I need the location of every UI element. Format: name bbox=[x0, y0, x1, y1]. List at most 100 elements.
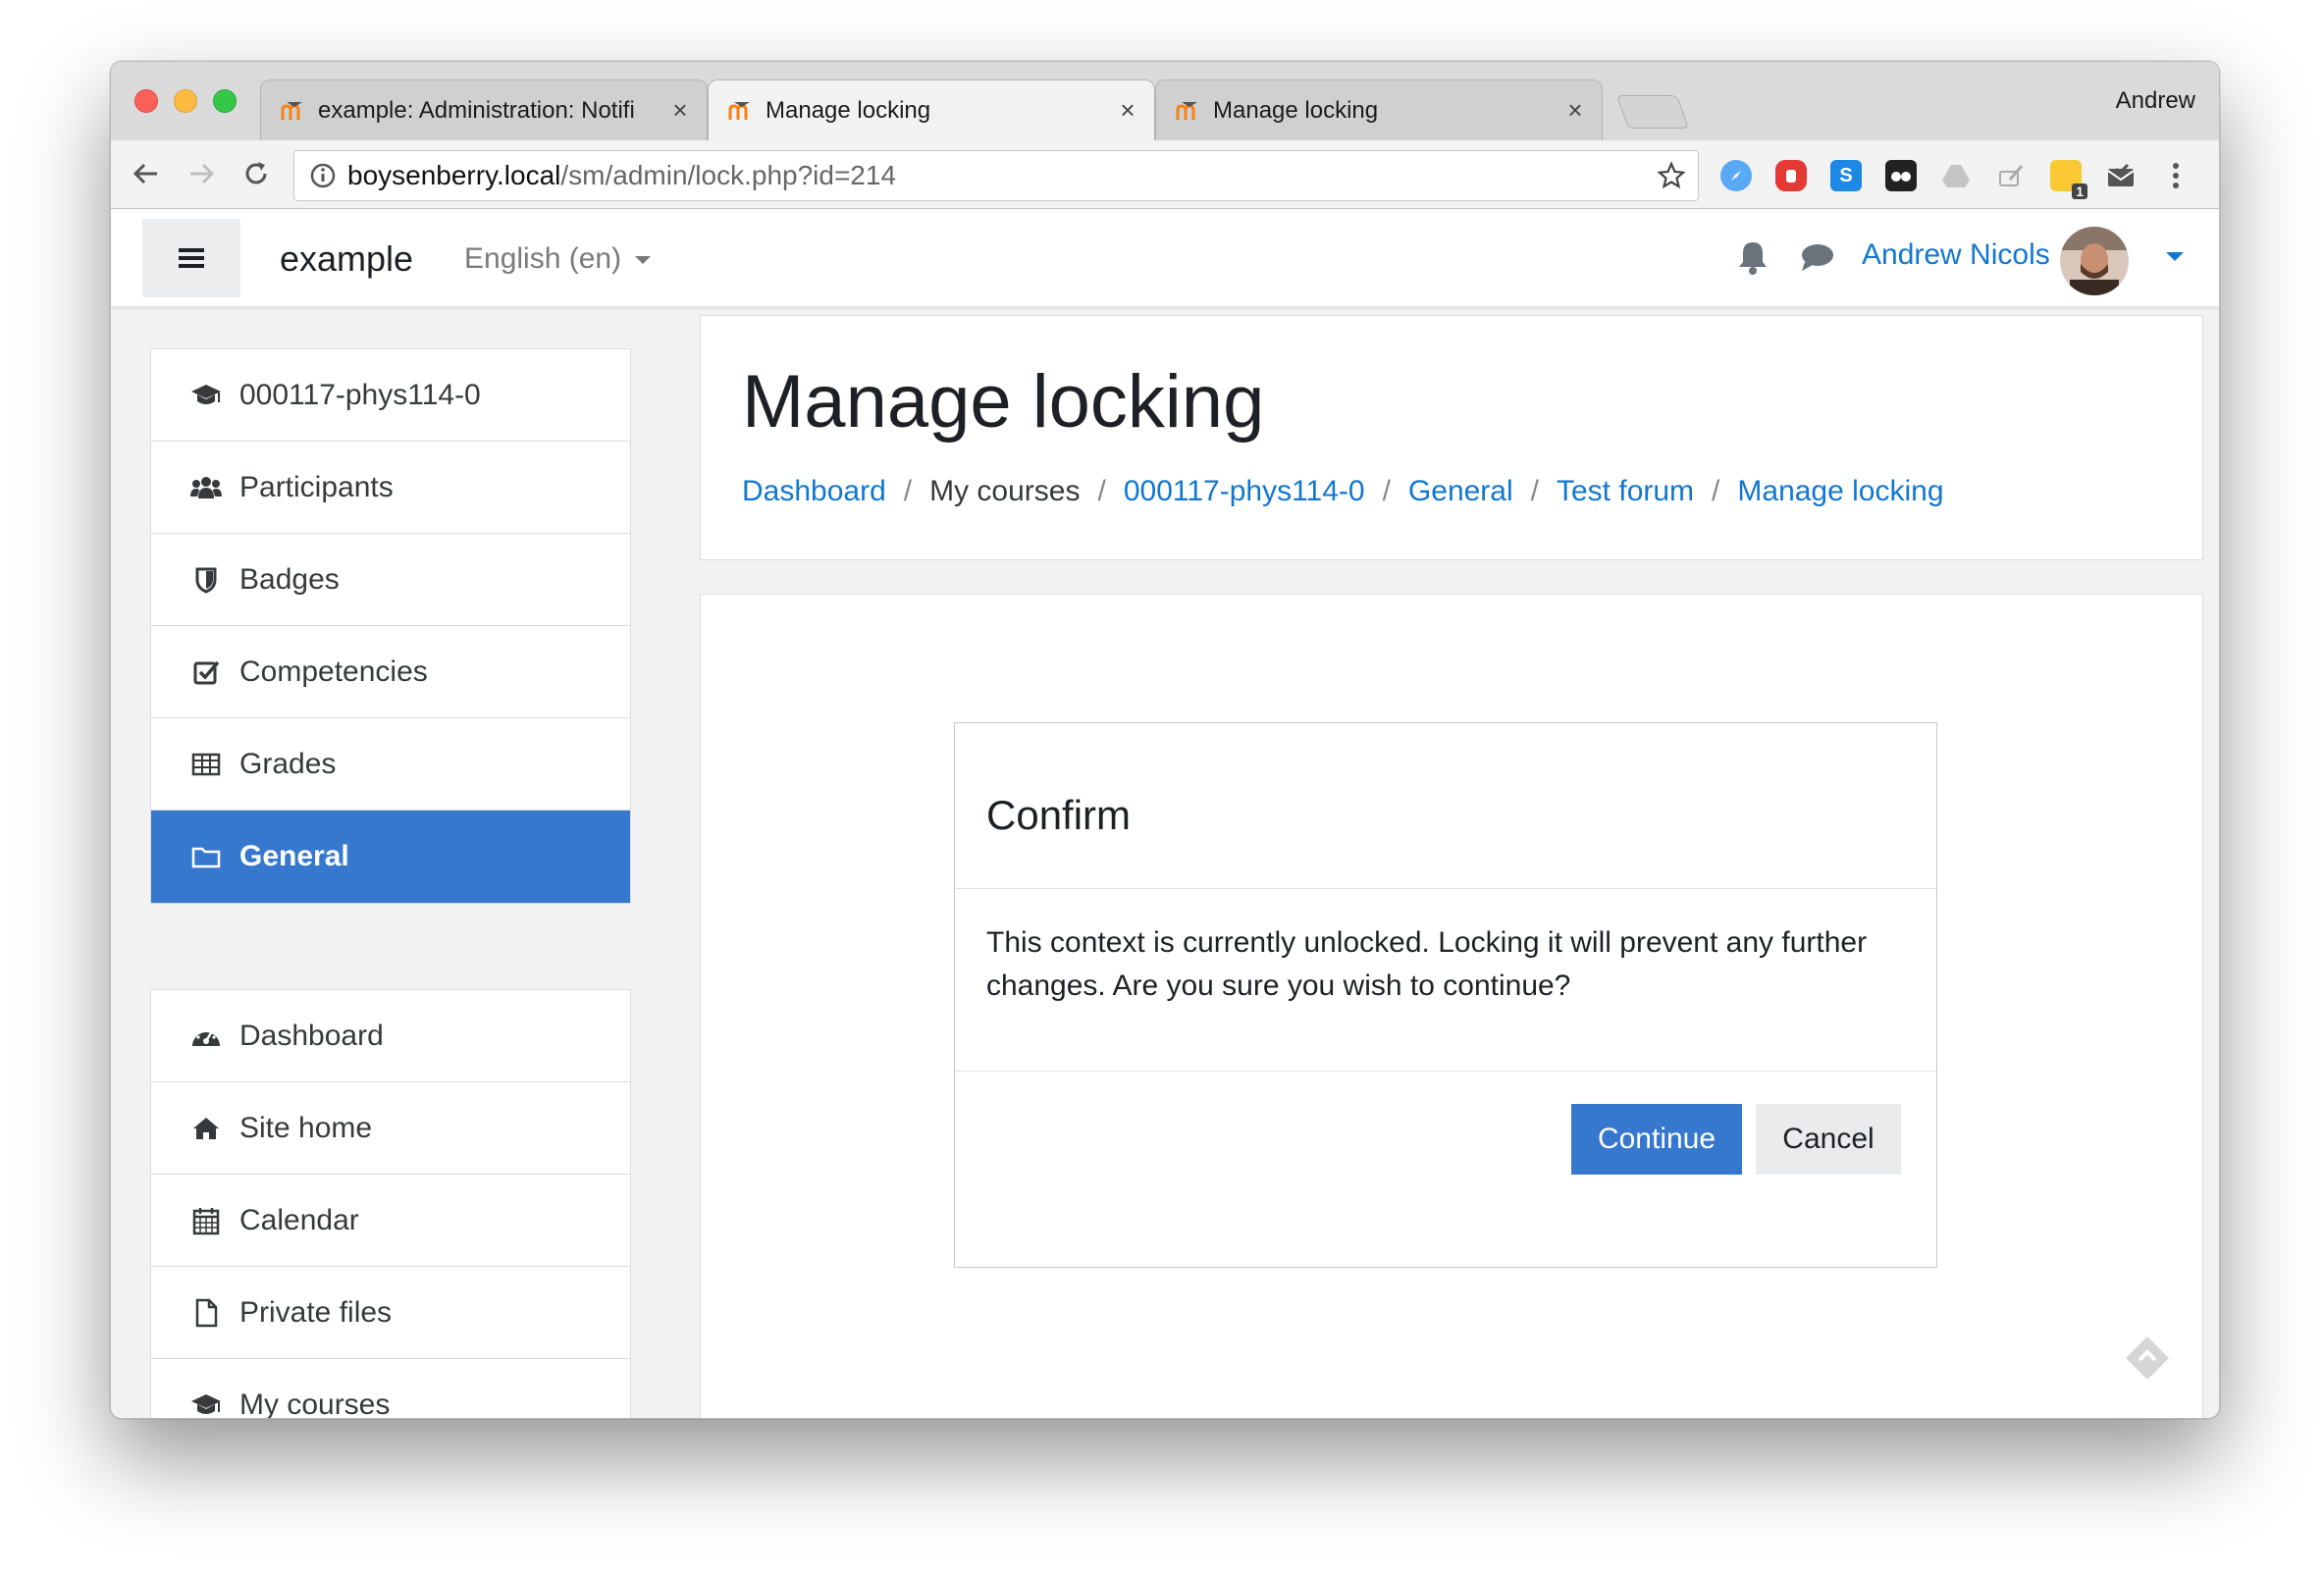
checkbox-icon bbox=[190, 656, 222, 688]
brush-icon bbox=[1999, 165, 2024, 186]
dialog-divider bbox=[955, 888, 1936, 889]
browser-tab-manage-locking[interactable]: Manage locking × bbox=[1155, 79, 1603, 140]
extension-badge: 1 bbox=[2072, 183, 2087, 199]
maximize-window-button[interactable] bbox=[213, 89, 237, 113]
reload-button[interactable] bbox=[237, 154, 276, 193]
sidebar-item-badges[interactable]: Badges bbox=[151, 534, 630, 626]
ghost-icon bbox=[1891, 172, 1911, 182]
breadcrumb-separator: / bbox=[1712, 475, 1720, 507]
dialog-title: Confirm bbox=[986, 792, 1132, 838]
user-avatar[interactable] bbox=[2060, 227, 2129, 295]
info-icon bbox=[310, 163, 336, 188]
messages-chat-icon[interactable] bbox=[1799, 240, 1836, 274]
sidebar-item-private-files[interactable]: Private files bbox=[151, 1267, 630, 1359]
nav-drawer: 000117-phys114-0 Participants Badges Com… bbox=[111, 307, 670, 1419]
address-bar[interactable]: boysenberry.local/sm/admin/lock.php?id=2… bbox=[293, 150, 1699, 201]
shield-icon bbox=[190, 564, 222, 596]
sidebar-item-my-courses[interactable]: My courses bbox=[151, 1359, 630, 1419]
drawer-toggle-button[interactable] bbox=[142, 219, 240, 297]
forward-button[interactable] bbox=[182, 154, 221, 193]
sidebar-item-label: My courses bbox=[239, 1389, 391, 1419]
sidebar-item-grades[interactable]: Grades bbox=[151, 718, 630, 811]
breadcrumb-separator: / bbox=[1097, 475, 1106, 507]
hand-icon bbox=[1786, 170, 1796, 183]
browser-menu-button[interactable] bbox=[2160, 160, 2192, 191]
adblock-extension-icon[interactable] bbox=[1775, 160, 1807, 191]
sidebar-item-dashboard[interactable]: Dashboard bbox=[151, 990, 630, 1082]
sidebar-item-label: General bbox=[239, 840, 349, 872]
notifications-bell-icon[interactable] bbox=[1736, 238, 1769, 276]
page-title: Manage locking bbox=[742, 360, 1265, 444]
breadcrumb-course[interactable]: 000117-phys114-0 bbox=[1124, 475, 1365, 508]
language-label: English (en) bbox=[464, 242, 622, 275]
continue-button[interactable]: Continue bbox=[1571, 1104, 1742, 1175]
breadcrumb-general[interactable]: General bbox=[1408, 475, 1513, 508]
back-icon bbox=[132, 163, 157, 184]
sidebar-item-label: Badges bbox=[239, 562, 340, 596]
dialog-message: This context is currently unlocked. Lock… bbox=[986, 926, 1868, 1002]
ghostery-extension-icon[interactable] bbox=[1885, 160, 1917, 191]
breadcrumb-manage-locking[interactable]: Manage locking bbox=[1737, 475, 1943, 508]
close-tab-icon[interactable]: × bbox=[667, 95, 693, 126]
hamburger-icon bbox=[179, 248, 204, 268]
breadcrumb-dashboard[interactable]: Dashboard bbox=[742, 475, 886, 508]
sidebar-item-label: Participants bbox=[239, 470, 394, 503]
sidebar-item-competencies[interactable]: Competencies bbox=[151, 626, 630, 718]
browser-tab-manage-locking-active[interactable]: Manage locking × bbox=[708, 79, 1155, 140]
tab-title: example: Administration: Notifi bbox=[318, 96, 635, 124]
browser-toolbar: boysenberry.local/sm/admin/lock.php?id=2… bbox=[111, 140, 2219, 209]
breadcrumb: Dashboard / My courses / 000117-phys114-… bbox=[742, 475, 1944, 508]
envelope-check-icon bbox=[2107, 163, 2135, 186]
sidebar-item-general[interactable]: General bbox=[151, 811, 630, 903]
forward-icon bbox=[190, 163, 215, 184]
tab-strip: example: Administration: Notifi × Manage… bbox=[111, 62, 2219, 140]
docs-link-icon[interactable] bbox=[2122, 1333, 2173, 1384]
breadcrumb-separator: / bbox=[1382, 475, 1391, 507]
sidebar-item-label: Private files bbox=[239, 1295, 393, 1329]
page-header: Manage locking Dashboard / My courses / … bbox=[700, 315, 2203, 560]
sidebar-item-course[interactable]: 000117-phys114-0 bbox=[151, 349, 630, 442]
sidebar-item-label: Competencies bbox=[239, 655, 428, 688]
sidebar-item-label: Calendar bbox=[239, 1203, 359, 1236]
close-window-button[interactable] bbox=[134, 89, 158, 113]
calendar-icon bbox=[190, 1205, 222, 1236]
back-button[interactable] bbox=[127, 154, 166, 193]
moodle-favicon-icon bbox=[281, 101, 302, 120]
feedly-extension-icon[interactable]: 1 bbox=[2050, 160, 2087, 199]
new-tab-button[interactable] bbox=[1615, 95, 1690, 129]
graduation-cap-icon bbox=[190, 380, 222, 411]
drive-extension-icon[interactable] bbox=[1940, 160, 1972, 191]
caret-down-icon bbox=[635, 256, 652, 265]
close-tab-icon[interactable]: × bbox=[1562, 95, 1588, 126]
minimize-window-button[interactable] bbox=[174, 89, 197, 113]
site-navbar: example English (en) Andrew Nicols bbox=[111, 209, 2219, 307]
sidebar-item-site-home[interactable]: Site home bbox=[151, 1082, 630, 1175]
confirm-dialog: Confirm This context is currently unlock… bbox=[954, 722, 1937, 1268]
user-menu-name[interactable]: Andrew Nicols bbox=[1862, 238, 2050, 272]
tab-title: Manage locking bbox=[1213, 96, 1379, 124]
page-content: Confirm This context is currently unlock… bbox=[700, 594, 2203, 1418]
sidebar-item-label: Dashboard bbox=[239, 1019, 384, 1052]
sidebar-item-calendar[interactable]: Calendar bbox=[151, 1175, 630, 1267]
brush-extension-icon[interactable] bbox=[1995, 160, 2027, 191]
language-menu[interactable]: English (en) bbox=[464, 242, 652, 276]
sidebar-item-label: 000117-phys114-0 bbox=[239, 378, 481, 411]
sidebar-item-participants[interactable]: Participants bbox=[151, 442, 630, 534]
close-tab-icon[interactable]: × bbox=[1115, 95, 1140, 126]
folder-icon bbox=[190, 841, 222, 872]
user-menu-caret-icon[interactable] bbox=[2166, 252, 2184, 261]
browser-profile-name[interactable]: Andrew bbox=[2116, 87, 2195, 115]
avatar-photo-icon bbox=[2060, 227, 2129, 295]
safari-compass-extension-icon[interactable] bbox=[1720, 160, 1752, 191]
bookmark-star-icon[interactable] bbox=[1657, 161, 1686, 190]
skype-extension-icon[interactable]: S bbox=[1830, 160, 1862, 191]
moodle-favicon-icon bbox=[1176, 101, 1197, 120]
breadcrumb-test-forum[interactable]: Test forum bbox=[1557, 475, 1694, 508]
site-name-link[interactable]: example bbox=[280, 238, 413, 280]
mail-extension-icon[interactable] bbox=[2105, 160, 2137, 191]
home-icon bbox=[190, 1113, 222, 1144]
breadcrumb-separator: / bbox=[1530, 475, 1539, 507]
course-nav-list: 000117-phys114-0 Participants Badges Com… bbox=[150, 348, 631, 904]
browser-tab-administration[interactable]: example: Administration: Notifi × bbox=[260, 79, 708, 140]
cancel-button[interactable]: Cancel bbox=[1756, 1104, 1901, 1175]
